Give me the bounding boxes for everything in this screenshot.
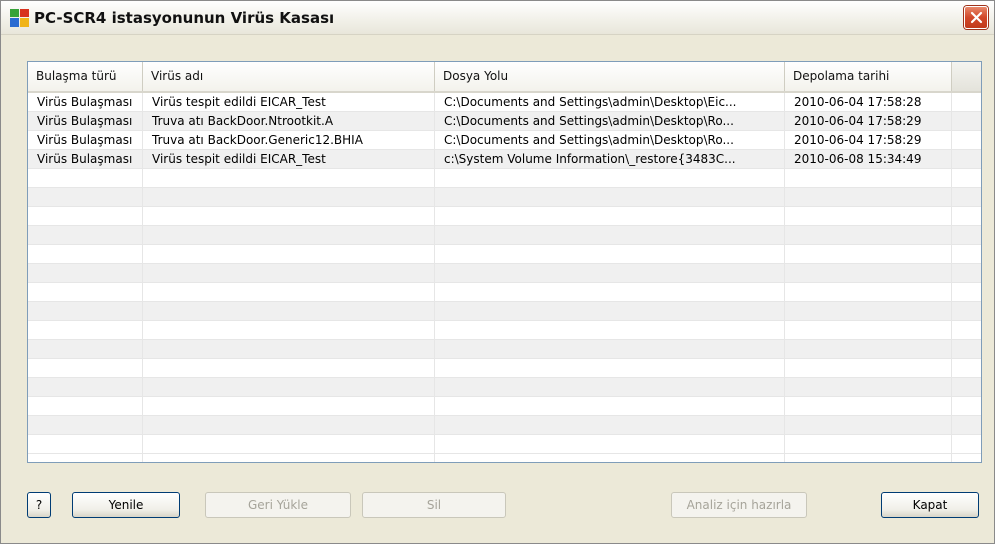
virus-name-cell: Truva atı BackDoor.Ntrootkit.A bbox=[152, 114, 334, 128]
storage-date-cell: 2010-06-04 17:58:29 bbox=[794, 114, 922, 128]
window-title: PC-SCR4 istasyonunun Virüs Kasası bbox=[34, 9, 335, 27]
column-header-infection-type[interactable]: Bulaşma türü bbox=[28, 62, 143, 91]
empty-table-row bbox=[28, 416, 981, 435]
empty-table-row bbox=[28, 207, 981, 226]
virus-name-cell: Virüs tespit edildi EICAR_Test bbox=[152, 95, 326, 109]
empty-table-row bbox=[28, 359, 981, 378]
empty-table-row bbox=[28, 397, 981, 416]
empty-table-row bbox=[28, 321, 981, 340]
column-header-storage-date[interactable]: Depolama tarihi bbox=[785, 62, 951, 91]
empty-table-row bbox=[28, 226, 981, 245]
help-button[interactable]: ? bbox=[27, 492, 51, 518]
quarantine-table[interactable]: Bulaşma türü Virüs adı Dosya Yolu Depola… bbox=[27, 61, 982, 463]
column-divider bbox=[951, 93, 952, 462]
file-path-cell: C:\Documents and Settings\admin\Desktop\… bbox=[444, 95, 737, 109]
storage-date-cell: 2010-06-04 17:58:28 bbox=[794, 95, 922, 109]
delete-button[interactable]: Sil bbox=[362, 492, 506, 518]
title-bar[interactable]: PC-SCR4 istasyonunun Virüs Kasası bbox=[1, 1, 994, 35]
table-header: Bulaşma türü Virüs adı Dosya Yolu Depola… bbox=[28, 62, 981, 93]
empty-table-row bbox=[28, 264, 981, 283]
column-header-virus-name[interactable]: Virüs adı bbox=[143, 62, 435, 91]
storage-date-cell: 2010-06-04 17:58:29 bbox=[794, 133, 922, 147]
virus-vault-window: PC-SCR4 istasyonunun Virüs Kasası Bulaşm… bbox=[0, 0, 995, 544]
empty-table-row bbox=[28, 245, 981, 264]
infection-type-cell: Virüs Bulaşması bbox=[37, 95, 133, 109]
column-divider bbox=[142, 93, 143, 462]
table-row[interactable]: Virüs Bulaşması Truva atı BackDoor.Ntroot… bbox=[28, 112, 981, 131]
table-row[interactable]: Virüs Bulaşması Virüs tespit edildi EICAR… bbox=[28, 93, 981, 112]
virus-name-cell: Truva atı BackDoor.Generic12.BHIA bbox=[152, 133, 363, 147]
virus-name-cell: Virüs tespit edildi EICAR_Test bbox=[152, 152, 326, 166]
close-button[interactable]: Kapat bbox=[881, 492, 979, 518]
column-divider bbox=[784, 93, 785, 462]
file-path-cell: C:\Documents and Settings\admin\Desktop\… bbox=[444, 114, 734, 128]
column-header-filler bbox=[951, 62, 981, 91]
empty-table-row bbox=[28, 435, 981, 454]
avg-logo-icon bbox=[10, 9, 29, 27]
empty-table-row bbox=[28, 169, 981, 188]
refresh-button[interactable]: Yenile bbox=[72, 492, 180, 518]
column-divider bbox=[434, 93, 435, 462]
close-window-button[interactable] bbox=[964, 6, 988, 29]
empty-table-row bbox=[28, 283, 981, 302]
close-icon bbox=[970, 11, 983, 24]
infection-type-cell: Virüs Bulaşması bbox=[37, 152, 133, 166]
infection-type-cell: Virüs Bulaşması bbox=[37, 114, 133, 128]
empty-table-row bbox=[28, 188, 981, 207]
restore-button[interactable]: Geri Yükle bbox=[205, 492, 351, 518]
file-path-cell: c:\System Volume Information\_restore{34… bbox=[444, 152, 736, 166]
empty-table-row bbox=[28, 340, 981, 359]
empty-table-row bbox=[28, 378, 981, 397]
prepare-for-analysis-button[interactable]: Analiz için hazırla bbox=[671, 492, 807, 518]
file-path-cell: C:\Documents and Settings\admin\Desktop\… bbox=[444, 133, 734, 147]
table-row[interactable]: Virüs Bulaşması Truva atı BackDoor.Generi… bbox=[28, 131, 981, 150]
column-header-file-path[interactable]: Dosya Yolu bbox=[435, 62, 785, 91]
empty-table-row bbox=[28, 302, 981, 321]
table-row[interactable]: Virüs Bulaşması Virüs tespit edildi EICAR… bbox=[28, 150, 981, 169]
storage-date-cell: 2010-06-08 15:34:49 bbox=[794, 152, 922, 166]
infection-type-cell: Virüs Bulaşması bbox=[37, 133, 133, 147]
